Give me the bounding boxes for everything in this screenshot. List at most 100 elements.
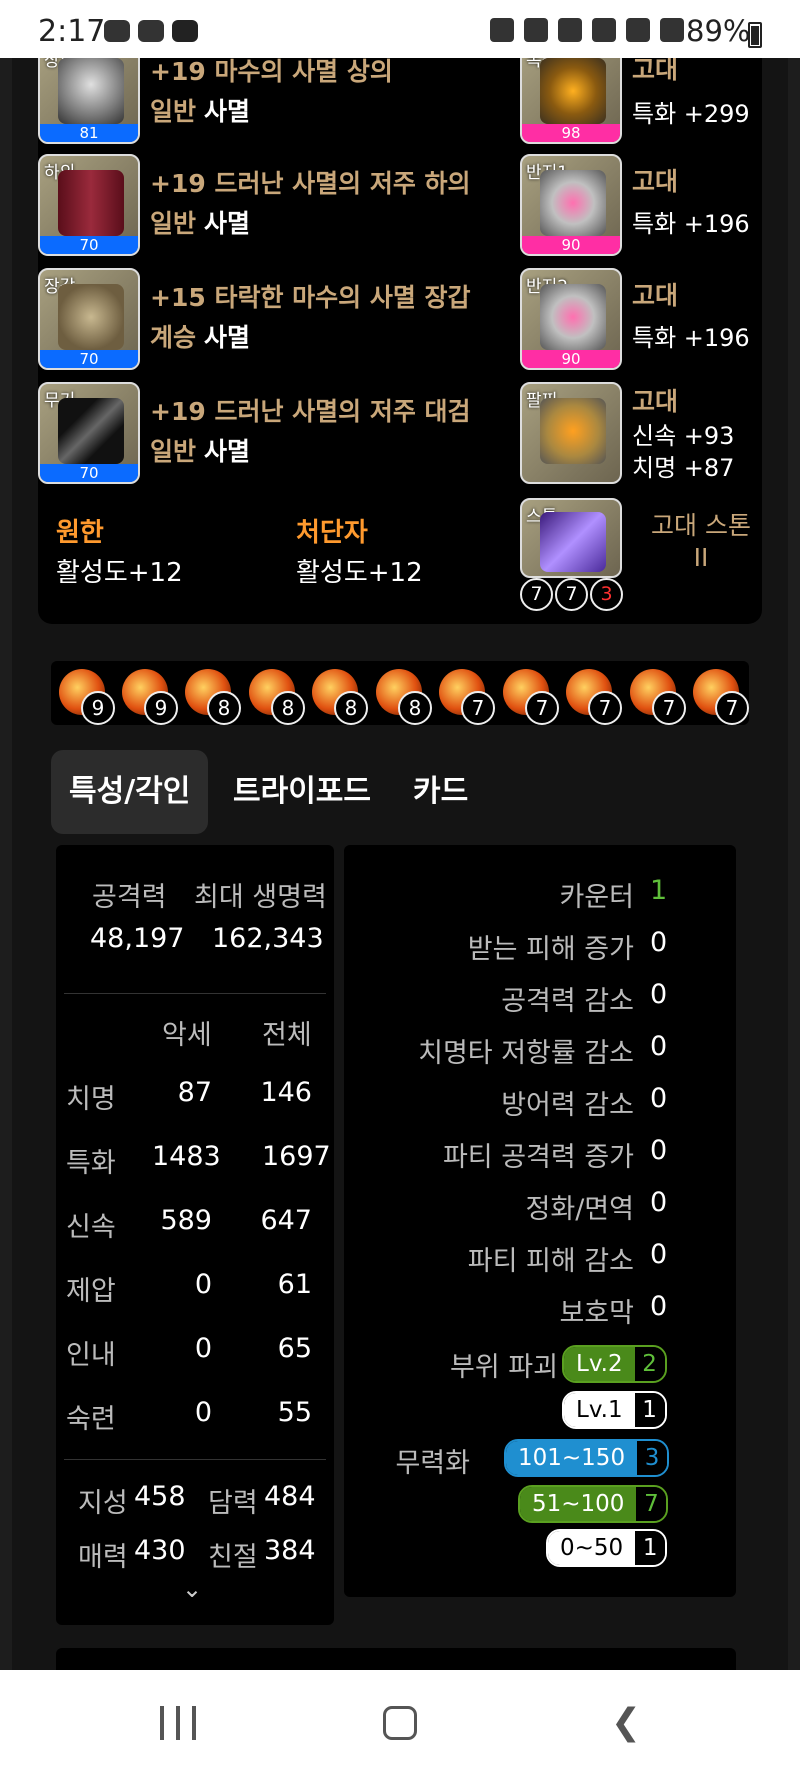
stats-panel: 공격력 최대 생명력 48,197 162,343 악세 전체 치명 87 14… — [56, 845, 334, 1625]
equip-slot-pants[interactable]: 하의 70 — [38, 154, 140, 256]
equip-slot-gloves[interactable]: 장갑 70 — [38, 268, 140, 370]
combat-value: 1 — [650, 875, 668, 906]
gem-icon[interactable]: 7 — [503, 669, 559, 725]
stagger-badge: 51~100 7 — [518, 1485, 669, 1523]
app-content[interactable]: 상의 81 +19 마수의 사멸 상의 일반 사멸 하의 70 +19 드러난 … — [0, 58, 800, 1670]
gem-icon[interactable]: 9 — [122, 669, 178, 725]
attack-value: 48,197 — [90, 923, 185, 954]
stone-name: 고대 스톤 II — [651, 511, 751, 572]
accessory-stat: 특화 +196 — [632, 210, 750, 238]
stat-name: 특화 — [66, 1148, 116, 1179]
equip-slot-top[interactable]: 상의 81 — [38, 58, 140, 144]
bracelet-icon — [540, 398, 606, 464]
stat-name: 치명 — [66, 1084, 116, 1115]
gem-bar: 9 9 8 8 8 8 7 7 7 7 7 — [51, 661, 749, 725]
gem-level: 7 — [525, 691, 559, 725]
base-stat-name: 친절 — [208, 1542, 258, 1573]
ability-stone[interactable]: 스톤 7 7 3 — [520, 498, 623, 612]
stat-total: 146 — [260, 1077, 312, 1108]
stat-acc: 0 — [194, 1333, 212, 1364]
accessory-necklace[interactable]: 목걸이 98 고대 특화 +299 — [520, 58, 760, 144]
status-time: 2:17 — [38, 14, 106, 49]
quality-bar: 98 — [522, 124, 620, 142]
col-total-header: 전체 — [262, 1020, 312, 1051]
gem-level: 8 — [334, 691, 368, 725]
back-icon[interactable]: ❮ — [596, 1700, 656, 1746]
gem-level: 7 — [652, 691, 686, 725]
gem-icon[interactable]: 7 — [566, 669, 622, 725]
recent-apps-icon[interactable] — [148, 1700, 208, 1746]
equip-name: +19 드러난 사멸의 저주 하의 — [150, 169, 471, 198]
accessory-bracelet[interactable]: 팔찌 고대 신속 +93 치명 +87 — [520, 382, 760, 484]
equip-item-pants[interactable]: 하의 70 +19 드러난 사멸의 저주 하의 일반 사멸 — [38, 154, 471, 256]
tab-tripod[interactable]: 트라이포드 — [215, 750, 389, 834]
tab-traits[interactable]: 특성/각인 — [51, 750, 209, 834]
quality-bar: 90 — [522, 350, 620, 368]
quality-bar: 70 — [40, 464, 138, 482]
equip-item-top[interactable]: 상의 81 +19 마수의 사멸 상의 일반 사멸 — [38, 58, 418, 144]
signal-icon — [660, 18, 684, 42]
expand-chevron-icon[interactable]: ⌄ — [182, 1575, 202, 1603]
quality-bar: 90 — [522, 236, 620, 254]
next-card — [56, 1648, 736, 1670]
accessory-grade: 고대 — [632, 167, 679, 196]
gem-level: 8 — [207, 691, 241, 725]
alarm-icon — [524, 18, 548, 42]
battery-icon — [748, 22, 762, 48]
combat-value: 0 — [650, 1031, 668, 1062]
stagger-badge: 0~50 1 — [546, 1529, 668, 1567]
accessory-slot-ring2[interactable]: 반지2 90 — [520, 268, 622, 370]
gem-icon[interactable]: 7 — [693, 669, 749, 725]
gem-icon[interactable]: 8 — [376, 669, 432, 725]
accessory-slot-necklace[interactable]: 목걸이 98 — [520, 58, 622, 144]
combat-label: 방어력 감소 — [501, 1090, 634, 1121]
stat-total: 65 — [277, 1333, 312, 1364]
equip-tier-set: 일반 사멸 — [150, 97, 250, 126]
combat-label: 받는 피해 증가 — [467, 934, 634, 965]
gem-icon[interactable]: 9 — [59, 669, 115, 725]
accessory-ring1[interactable]: 반지1 90 고대 특화 +196 — [520, 154, 760, 256]
stone-slot[interactable]: 스톤 — [520, 498, 622, 578]
combat-label: 파티 피해 감소 — [467, 1246, 634, 1277]
gem-icon[interactable]: 8 — [185, 669, 241, 725]
equip-slot-weapon[interactable]: 무기 70 — [38, 382, 140, 484]
accessory-slot-ring1[interactable]: 반지1 90 — [520, 154, 622, 256]
engraving-name: 원한 — [56, 518, 104, 548]
hd-voice-icon — [592, 18, 616, 42]
combat-value: 0 — [650, 1083, 668, 1114]
accessory-grade: 고대 — [632, 58, 679, 84]
gem-icon[interactable]: 8 — [249, 669, 305, 725]
tab-cards[interactable]: 카드 — [395, 750, 486, 834]
quality-bar: 70 — [40, 236, 138, 254]
base-stat-value: 484 — [264, 1481, 316, 1512]
equip-item-gloves[interactable]: 장갑 70 +15 타락한 마수의 사멸 장갑 계승 사멸 — [38, 268, 471, 370]
system-icons — [490, 18, 684, 42]
equip-name: +19 마수의 사멸 상의 — [150, 58, 393, 86]
equip-name: +19 드러난 사멸의 저주 대검 — [150, 397, 471, 426]
combat-value: 0 — [650, 927, 668, 958]
base-stat-value: 430 — [134, 1535, 186, 1566]
equip-tier-set: 계승 사멸 — [150, 323, 250, 352]
notification-icons — [104, 20, 198, 42]
stagger-badge: 101~150 3 — [504, 1439, 670, 1477]
combat-value: 0 — [650, 1239, 668, 1270]
stagger-label: 무력화 — [395, 1448, 470, 1479]
armor-icon — [58, 58, 124, 124]
accessory-ring2[interactable]: 반지2 90 고대 특화 +196 — [520, 268, 760, 370]
stat-total: 1697 — [262, 1141, 331, 1172]
game-icon — [104, 20, 130, 42]
equip-item-weapon[interactable]: 무기 70 +19 드러난 사멸의 저주 대검 일반 사멸 — [38, 382, 471, 484]
gem-icon[interactable]: 7 — [630, 669, 686, 725]
necklace-icon — [540, 58, 606, 124]
home-icon[interactable] — [370, 1700, 430, 1746]
combat-label: 치명타 저항률 감소 — [418, 1038, 634, 1069]
accessory-slot-bracelet[interactable]: 팔찌 — [520, 382, 622, 484]
kakaotalk-icon — [138, 20, 164, 42]
battery-percent: 89% — [686, 14, 751, 48]
gem-icon[interactable]: 8 — [312, 669, 368, 725]
stat-acc: 589 — [160, 1205, 212, 1236]
stat-acc: 0 — [194, 1397, 212, 1428]
quality-bar: 70 — [40, 350, 138, 368]
stone-levels: 7 7 3 — [520, 578, 623, 611]
gem-icon[interactable]: 7 — [439, 669, 495, 725]
